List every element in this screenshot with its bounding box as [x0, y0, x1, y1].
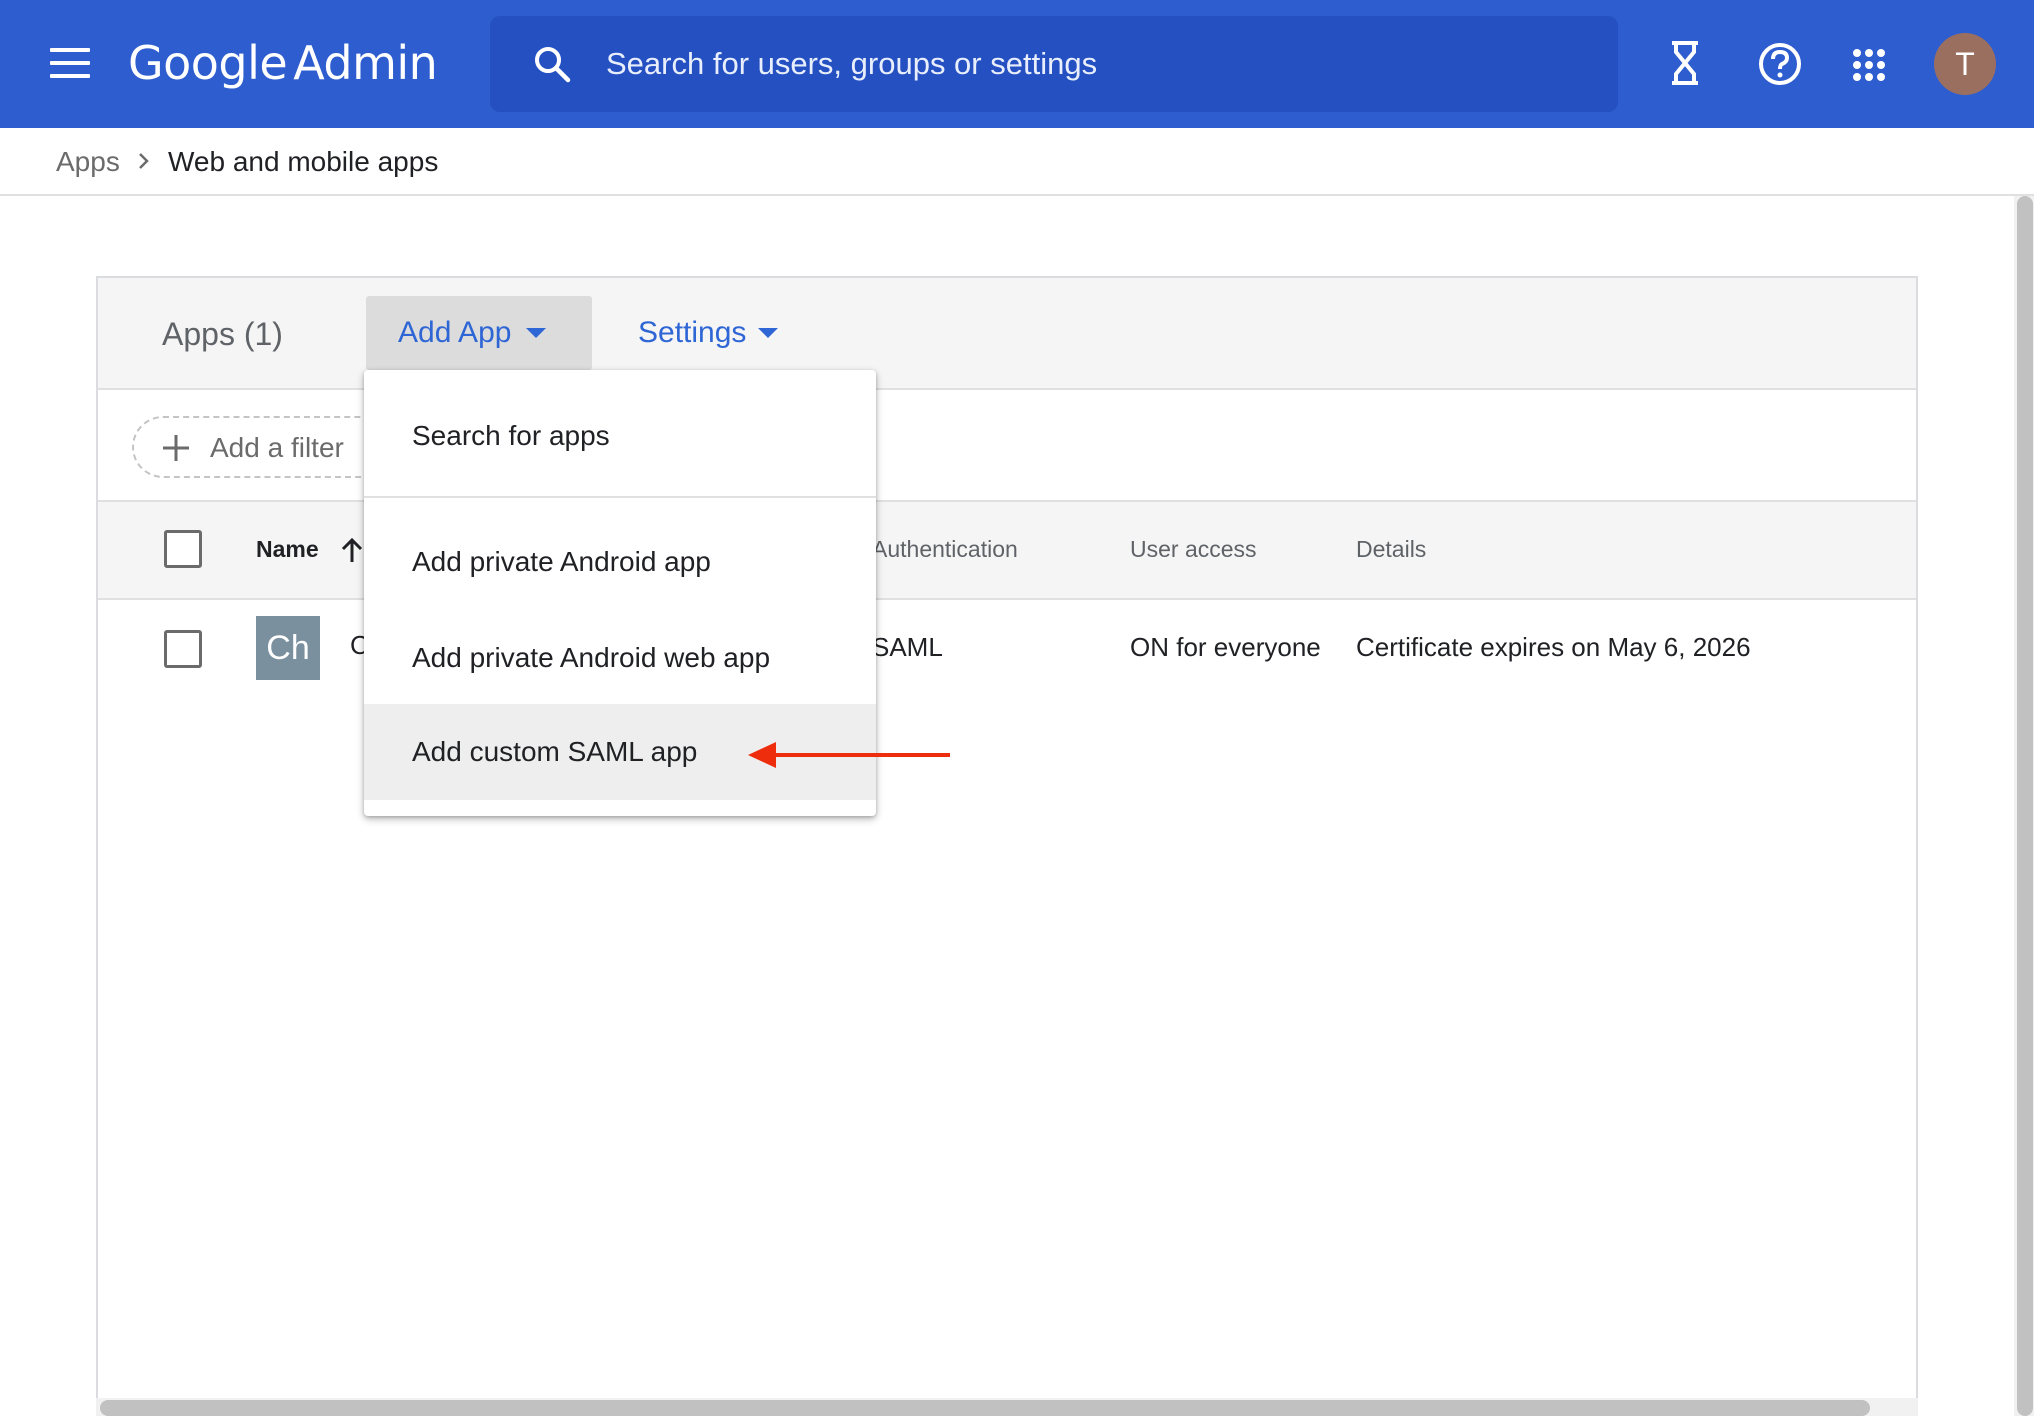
vertical-scrollbar[interactable] — [2014, 196, 2034, 1416]
add-filter-button[interactable]: Add a filter — [132, 416, 392, 478]
help-icon[interactable] — [1758, 42, 1802, 91]
add-app-button[interactable]: Add App — [366, 296, 592, 370]
top-app-bar: Google Admin Search for users, groups or … — [0, 0, 2034, 128]
search-placeholder: Search for users, groups or settings — [606, 46, 1098, 81]
menu-icon[interactable] — [50, 48, 90, 80]
column-header-user-access: User access — [1130, 536, 1257, 562]
menu-item-label: Search for apps — [412, 420, 610, 451]
settings-label: Settings — [638, 316, 747, 349]
row-details: Certificate expires on May 6, 2026 — [1356, 632, 1751, 662]
add-app-label: Add App — [398, 316, 512, 349]
app-tile: Ch — [256, 616, 320, 680]
horizontal-scrollbar[interactable] — [96, 1398, 1918, 1416]
select-all-checkbox[interactable] — [164, 530, 202, 568]
column-header-name[interactable]: Name — [256, 536, 319, 563]
vertical-scrollbar-thumb[interactable] — [2017, 196, 2033, 1416]
caret-down-icon — [758, 328, 778, 338]
settings-button[interactable]: Settings — [638, 296, 818, 370]
row-user-access: ON for everyone — [1130, 632, 1321, 662]
menu-item-label: Add private Android web app — [412, 642, 771, 673]
arrow-up-icon[interactable] — [340, 536, 364, 569]
menu-item-search-for-apps[interactable]: Search for apps — [364, 388, 876, 484]
apps-count-title: Apps (1) — [162, 316, 283, 352]
row-authentication: SAML — [872, 632, 943, 662]
menu-item-label: Add custom SAML app — [412, 736, 698, 767]
column-header-authentication: Authentication — [872, 536, 1018, 562]
chevron-right-icon — [136, 146, 152, 181]
apps-grid-icon[interactable] — [1852, 48, 1886, 87]
menu-item-add-private-android-web-app[interactable]: Add private Android web app — [364, 610, 876, 706]
menu-item-add-private-android-app[interactable]: Add private Android app — [364, 514, 876, 610]
plus-icon — [163, 435, 189, 461]
horizontal-scrollbar-thumb[interactable] — [100, 1400, 1870, 1416]
logo-admin-text: Admin — [293, 36, 438, 90]
search-input[interactable]: Search for users, groups or settings — [490, 16, 1618, 112]
column-header-details: Details — [1356, 536, 1427, 562]
menu-divider — [364, 496, 876, 498]
breadcrumb-current: Web and mobile apps — [168, 146, 439, 177]
logo-google-text: Google — [128, 36, 288, 90]
search-icon — [535, 47, 571, 83]
breadcrumb-apps-link[interactable]: Apps — [56, 146, 120, 178]
google-admin-logo[interactable]: Google Admin — [128, 36, 438, 90]
annotation-arrow-icon — [748, 742, 950, 768]
menu-item-label: Add private Android app — [412, 546, 711, 577]
hourglass-icon[interactable] — [1670, 40, 1700, 91]
avatar[interactable]: T — [1934, 33, 1996, 95]
row-checkbox[interactable] — [164, 630, 202, 668]
breadcrumb: Apps Web and mobile apps — [0, 128, 2034, 196]
caret-down-icon — [526, 328, 546, 338]
add-filter-label: Add a filter — [210, 432, 344, 463]
